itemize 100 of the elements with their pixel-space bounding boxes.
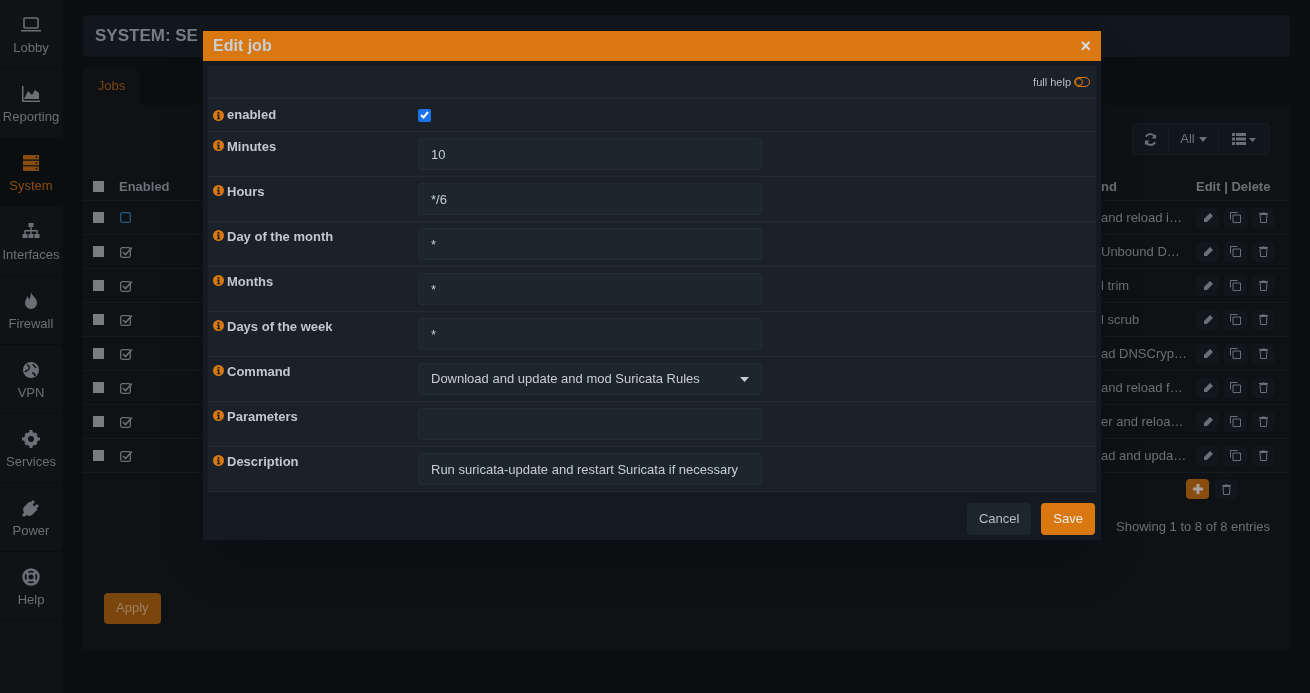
- dialog-title: Edit job: [213, 36, 272, 56]
- delete-button[interactable]: [1252, 275, 1275, 296]
- edit-button[interactable]: [1196, 411, 1219, 432]
- copy-icon: [1230, 212, 1241, 223]
- trash-icon: [1259, 314, 1268, 325]
- info-icon: [213, 230, 224, 241]
- copy-button[interactable]: [1224, 445, 1247, 466]
- row-checkbox[interactable]: [93, 416, 104, 427]
- list-caret-icon: [1231, 133, 1257, 145]
- delete-button[interactable]: [1252, 377, 1275, 398]
- row-checkbox[interactable]: [93, 212, 104, 223]
- pencil-icon: [1202, 348, 1213, 359]
- close-button[interactable]: ×: [1080, 37, 1091, 55]
- input-field[interactable]: Run suricata-update and restart Suricata if necessary: [418, 453, 762, 485]
- table-cell-text: and reload f…: [1101, 378, 1184, 397]
- trash-icon: [1222, 483, 1231, 495]
- field-label: Command: [227, 365, 291, 381]
- trash-icon: [1259, 416, 1268, 427]
- pencil-icon: [1202, 416, 1213, 427]
- copy-button[interactable]: [1224, 343, 1247, 364]
- field-label: Minutes: [227, 140, 277, 156]
- copy-button[interactable]: [1224, 411, 1247, 432]
- edit-button[interactable]: [1196, 377, 1219, 398]
- entries-info: Showing 1 to 8 of 8 entries: [1116, 518, 1270, 536]
- page-title: SYSTEM: SE: [95, 25, 198, 48]
- globe-icon: [21, 359, 41, 380]
- trash-icon: [1259, 212, 1268, 223]
- command-select[interactable]: Download and update and mod Suricata Rules: [418, 363, 762, 395]
- info-icon: [213, 275, 224, 286]
- nav-item[interactable]: Help: [0, 552, 62, 621]
- row-checkbox[interactable]: [93, 280, 104, 291]
- server-icon: [21, 152, 41, 173]
- edit-button[interactable]: [1196, 343, 1219, 364]
- input-field[interactable]: 10: [418, 138, 762, 170]
- edit-button[interactable]: [1196, 275, 1219, 296]
- row-checkbox[interactable]: [93, 382, 104, 393]
- nav-item[interactable]: Services: [0, 414, 62, 483]
- filter-dropdown[interactable]: All: [1169, 124, 1219, 154]
- plus-icon: [1192, 484, 1203, 494]
- copy-button[interactable]: [1224, 377, 1247, 398]
- edit-button[interactable]: [1196, 445, 1219, 466]
- column-header: Enabled: [119, 177, 170, 196]
- nav-item[interactable]: Lobby: [0, 0, 62, 69]
- copy-icon: [1230, 280, 1241, 291]
- field-label: Description: [227, 455, 299, 471]
- cancel-button[interactable]: Cancel: [966, 503, 1032, 535]
- save-button[interactable]: Save: [1041, 503, 1095, 535]
- info-icon: [213, 455, 224, 466]
- input-field[interactable]: */6: [418, 183, 762, 215]
- row-checkbox[interactable]: [93, 181, 104, 192]
- nav-item[interactable]: Firewall: [0, 276, 62, 345]
- pencil-icon: [1202, 314, 1213, 325]
- edit-button[interactable]: [1196, 207, 1219, 228]
- input-field[interactable]: *: [418, 228, 762, 260]
- row-checkbox[interactable]: [93, 348, 104, 359]
- area-chart-icon: [21, 83, 41, 104]
- row-checkbox[interactable]: [93, 246, 104, 257]
- copy-button[interactable]: [1224, 309, 1247, 330]
- copy-icon: [1230, 382, 1241, 393]
- add-button[interactable]: [1186, 479, 1209, 499]
- nav-item[interactable]: System: [0, 138, 62, 207]
- delete-button[interactable]: [1215, 479, 1238, 499]
- input-field[interactable]: *: [418, 318, 762, 350]
- nav-item[interactable]: Power: [0, 483, 62, 552]
- delete-button[interactable]: [1252, 241, 1275, 262]
- field-label: Days of the week: [227, 320, 333, 336]
- copy-icon: [1230, 348, 1241, 359]
- tab[interactable]: Jobs: [83, 67, 140, 105]
- copy-icon: [1230, 450, 1241, 461]
- apply-button[interactable]: Apply: [104, 592, 161, 624]
- row-checkbox[interactable]: [93, 314, 104, 325]
- copy-icon: [1230, 246, 1241, 257]
- info-icon: [213, 140, 224, 151]
- delete-button[interactable]: [1252, 343, 1275, 364]
- row-checkbox[interactable]: [93, 450, 104, 461]
- copy-button[interactable]: [1224, 275, 1247, 296]
- table-cell-text: er and reloa…: [1101, 412, 1185, 431]
- copy-button[interactable]: [1224, 241, 1247, 262]
- copy-button[interactable]: [1224, 207, 1247, 228]
- table-cell-text: Unbound D…: [1101, 242, 1181, 261]
- delete-button[interactable]: [1252, 445, 1275, 466]
- input-field[interactable]: *: [418, 273, 762, 305]
- trash-icon: [1259, 382, 1268, 393]
- nav-item[interactable]: VPN: [0, 345, 62, 414]
- delete-button[interactable]: [1252, 309, 1275, 330]
- delete-button[interactable]: [1252, 207, 1275, 228]
- field-label: Months: [227, 275, 274, 291]
- trash-icon: [1259, 246, 1268, 257]
- pencil-icon: [1202, 280, 1213, 291]
- checkbox[interactable]: [418, 108, 431, 122]
- refresh-icon: [1143, 131, 1158, 147]
- nav-item[interactable]: Interfaces: [0, 207, 62, 276]
- pencil-icon: [1202, 450, 1213, 461]
- delete-button[interactable]: [1252, 411, 1275, 432]
- edit-button[interactable]: [1196, 309, 1219, 330]
- table-cell-text: ad DNSCryp…: [1101, 344, 1188, 363]
- edit-button[interactable]: [1196, 241, 1219, 262]
- pencil-icon: [1202, 382, 1213, 393]
- table-cell-text: ad and upda…: [1101, 446, 1188, 465]
- field-label: Parameters: [227, 410, 298, 426]
